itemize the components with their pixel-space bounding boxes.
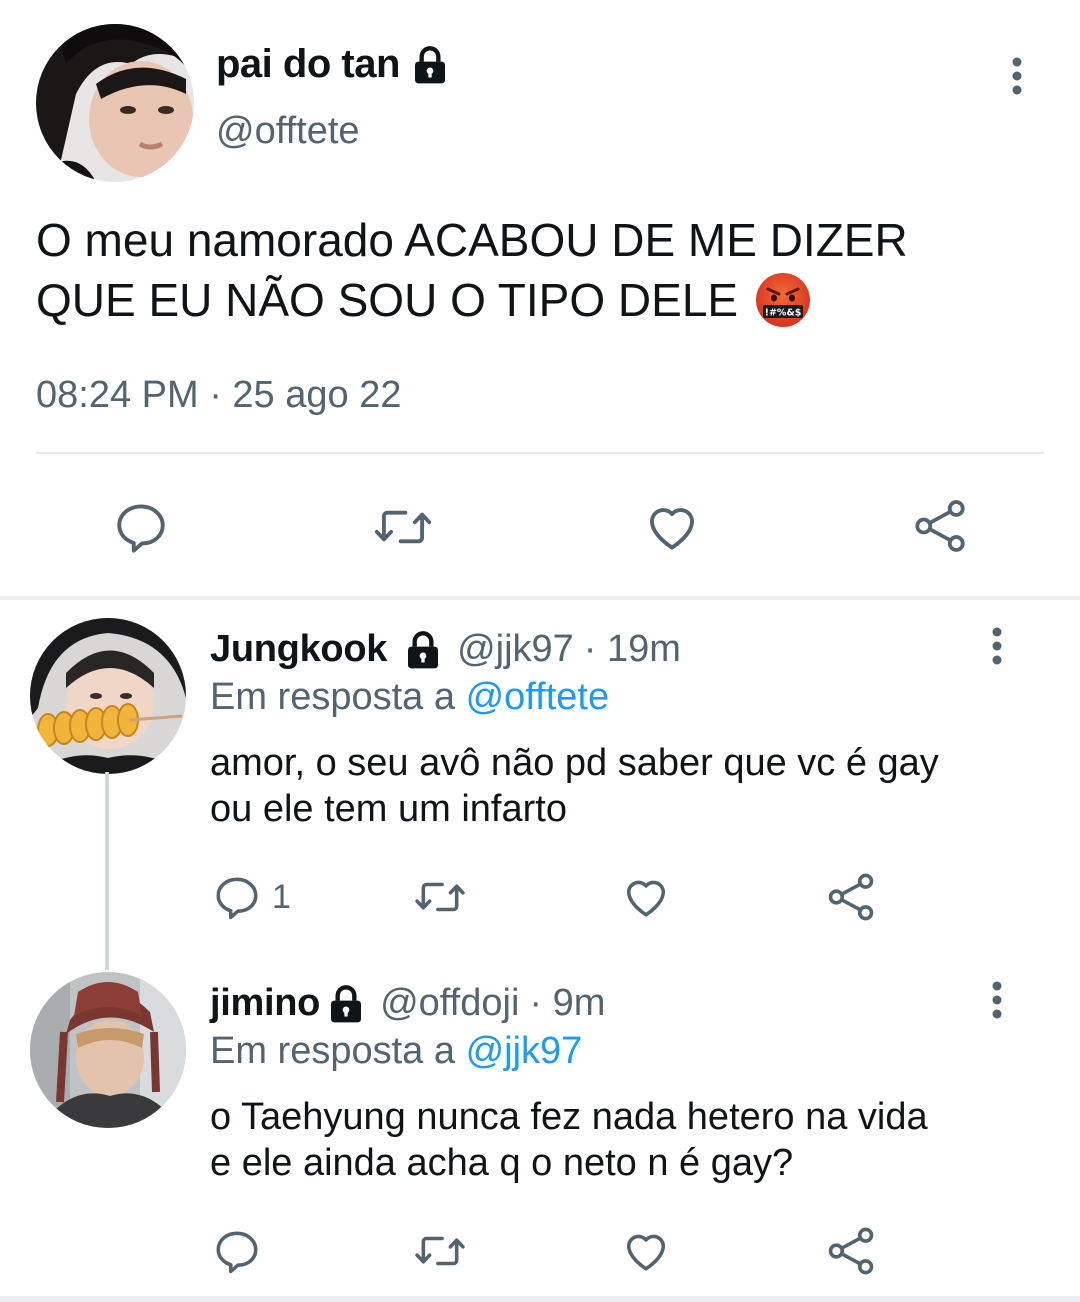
section-divider [0, 1296, 1080, 1302]
avatar[interactable] [30, 972, 186, 1128]
more-icon[interactable] [1000, 56, 1034, 96]
share-button[interactable] [910, 496, 970, 556]
reply-header: jimino @offdoji · 9m [210, 982, 605, 1025]
face-with-symbols-emoji: !#%&$ [754, 271, 812, 329]
reply-time[interactable]: · 9m [529, 982, 605, 1025]
like-button[interactable] [620, 872, 672, 922]
replying-to-label: Em resposta a [210, 1030, 466, 1072]
like-icon [650, 508, 694, 550]
reply-text-line: amor, o seu avô não pd saber que vc é ga… [210, 742, 939, 784]
tweet-text: O meu namorado ACABOU DE ME DIZER QUE EU… [36, 210, 1046, 330]
mention-link[interactable]: @jjk97 [466, 1030, 583, 1072]
reply-time[interactable]: · 19m [584, 628, 681, 671]
like-icon [626, 1234, 666, 1271]
reply-text-line: e ele ainda acha q o neto n é gay? [210, 1142, 794, 1184]
retweet-icon [415, 1236, 465, 1266]
display-name[interactable]: pai do tan [216, 42, 400, 87]
like-button[interactable] [620, 1226, 672, 1276]
lock-icon [403, 630, 443, 670]
author-handle[interactable]: @offtete [216, 110, 360, 153]
display-name[interactable]: jimino [210, 982, 320, 1025]
author-handle[interactable]: @offdoji [380, 982, 519, 1025]
reply-button[interactable] [112, 498, 170, 556]
reply-text-line: ou ele tem um infarto [210, 788, 567, 830]
replying-to-label: Em resposta a [210, 676, 466, 718]
tweet-text-line: QUE EU NÃO SOU O TIPO DELE [36, 274, 739, 326]
author-handle[interactable]: @jjk97 [457, 628, 574, 671]
section-divider [0, 596, 1080, 600]
replying-to: Em resposta a @jjk97 [210, 1030, 582, 1073]
reply-icon [216, 877, 258, 920]
divider [36, 452, 1044, 454]
replying-to: Em resposta a @offtete [210, 676, 609, 719]
avatar[interactable] [36, 24, 194, 182]
avatar[interactable] [30, 618, 186, 774]
mention-link[interactable]: @offtete [466, 676, 610, 718]
share-icon [828, 1227, 874, 1275]
thread-line [105, 772, 109, 970]
like-button[interactable] [642, 498, 702, 556]
reply-count: 1 [272, 877, 291, 916]
share-button[interactable] [824, 1224, 878, 1278]
share-icon [828, 873, 874, 921]
retweet-button[interactable] [412, 872, 468, 922]
retweet-icon [415, 882, 465, 912]
retweet-button[interactable] [412, 1226, 468, 1276]
lock-icon [326, 984, 366, 1024]
more-icon[interactable] [980, 626, 1014, 666]
lock-icon [410, 45, 450, 85]
reply-button[interactable]: 1 [212, 872, 291, 922]
display-name[interactable]: Jungkook [210, 628, 387, 671]
tweet-timestamp[interactable]: 08:24 PM · 25 ago 22 [36, 374, 401, 417]
author-name[interactable]: pai do tan [216, 42, 450, 87]
tweet-text-line-2: QUE EU NÃO SOU O TIPO DELE !#%&$ [36, 270, 1046, 330]
reply-icon [117, 504, 165, 553]
share-button[interactable] [824, 870, 878, 924]
like-icon [626, 880, 666, 917]
more-icon[interactable] [980, 980, 1014, 1020]
reply-text: amor, o seu avô não pd saber que vc é ga… [210, 740, 1050, 832]
reply-text: o Taehyung nunca fez nada hetero na vida… [210, 1094, 1050, 1186]
reply-header: Jungkook @jjk97 · 19m [210, 628, 681, 671]
emoji-symbols: !#%&$ [765, 308, 802, 319]
retweet-button[interactable] [372, 498, 434, 556]
reply-button[interactable] [212, 1226, 262, 1276]
retweet-icon [374, 510, 432, 544]
reply-text-line: o Taehyung nunca fez nada hetero na vida [210, 1096, 928, 1138]
tweet-text-line: O meu namorado ACABOU DE ME DIZER [36, 214, 908, 266]
reply-icon [216, 1231, 258, 1274]
share-icon [915, 500, 965, 552]
